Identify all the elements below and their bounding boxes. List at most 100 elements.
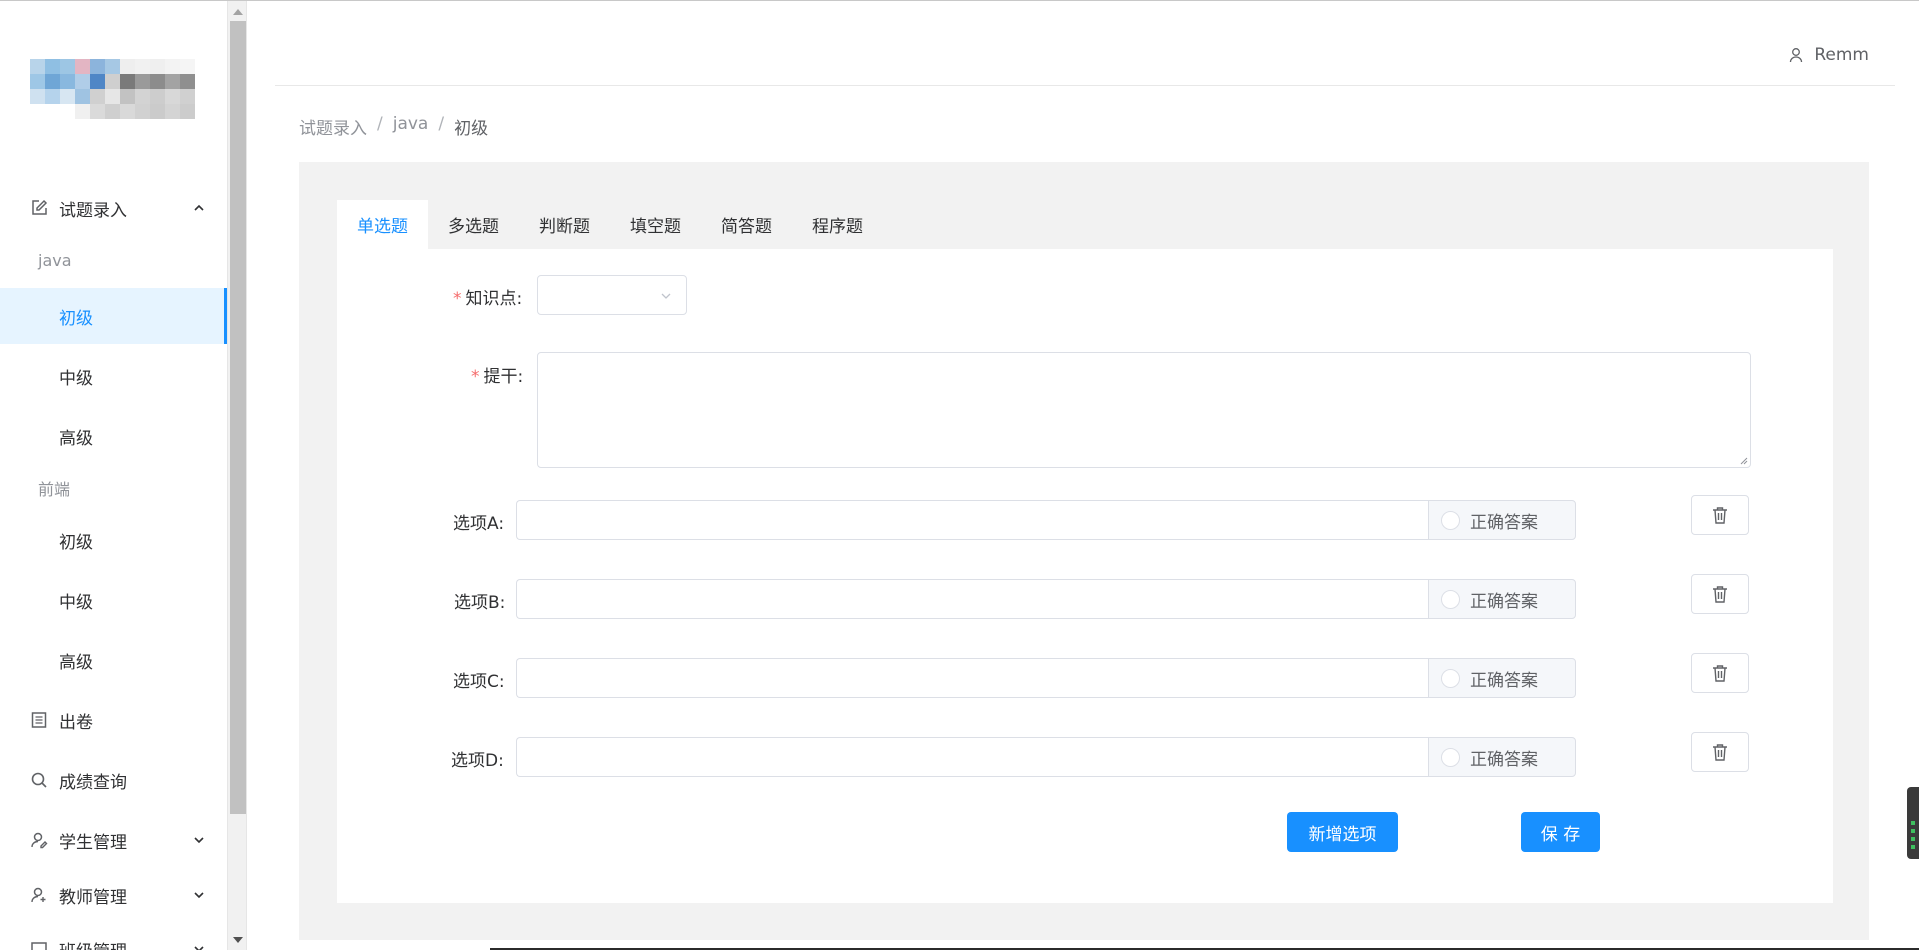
tab-fill-blank[interactable]: 填空题 bbox=[610, 200, 701, 249]
option-a-correct[interactable]: 正确答案 bbox=[1428, 500, 1576, 540]
trash-icon bbox=[1713, 665, 1727, 682]
menu-classes-label: 班级管理 bbox=[59, 937, 127, 950]
option-d-label: 选项D: bbox=[451, 751, 504, 771]
option-c-input[interactable] bbox=[516, 658, 1429, 698]
app-root: 试题录入 java 初级 中级 高级 前端 初级 中级 高级 出卷 成绩查询 学… bbox=[0, 0, 1919, 950]
option-d-input[interactable] bbox=[516, 737, 1429, 777]
radio-button[interactable] bbox=[1441, 668, 1460, 688]
sidebar-item-frontend-senior[interactable]: 高级 bbox=[0, 632, 227, 688]
correct-answer-label: 正确答案 bbox=[1470, 670, 1538, 691]
sidebar-item-java-middle[interactable]: 中级 bbox=[0, 348, 227, 404]
group-title-frontend: 前端 bbox=[38, 480, 71, 499]
radio-button[interactable] bbox=[1441, 747, 1460, 767]
floating-widget[interactable] bbox=[1907, 787, 1919, 859]
chevron-up-icon bbox=[194, 204, 204, 211]
option-b-input[interactable] bbox=[516, 579, 1429, 619]
option-a-input[interactable] bbox=[516, 500, 1429, 540]
tab-true-false[interactable]: 判断题 bbox=[519, 200, 610, 249]
stem-textarea[interactable] bbox=[537, 352, 1751, 468]
required-mark: * bbox=[453, 289, 462, 309]
scrollbar-thumb[interactable] bbox=[230, 21, 246, 814]
scroll-up-arrow-icon[interactable] bbox=[233, 9, 243, 15]
trash-icon bbox=[1713, 586, 1727, 603]
knowledge-label-text: 知识点: bbox=[465, 289, 523, 309]
sidebar-item-label: 高级 bbox=[59, 428, 93, 449]
option-c-label: 选项C: bbox=[453, 672, 505, 692]
sidebar-item-java-senior[interactable]: 高级 bbox=[0, 408, 227, 464]
user-menu[interactable]: Remm bbox=[1788, 45, 1869, 65]
sidebar-item-java-junior[interactable]: 初级 bbox=[0, 288, 227, 344]
menu-teachers-label: 教师管理 bbox=[59, 887, 127, 908]
sidebar: 试题录入 java 初级 中级 高级 前端 初级 中级 高级 出卷 成绩查询 学… bbox=[0, 1, 227, 950]
correct-answer-label: 正确答案 bbox=[1470, 591, 1538, 612]
question-type-tabs: 单选题 多选题 判断题 填空题 简答题 程序题 bbox=[337, 200, 883, 249]
breadcrumb: 试题录入 / java / 初级 bbox=[299, 114, 488, 139]
user-name: Remm bbox=[1814, 45, 1869, 65]
stem-label-text: 提干: bbox=[483, 367, 524, 387]
sidebar-item-frontend-junior[interactable]: 初级 bbox=[0, 512, 227, 568]
class-icon bbox=[29, 939, 49, 950]
tab-short-answer[interactable]: 简答题 bbox=[701, 200, 792, 249]
add-option-button[interactable]: 新增选项 bbox=[1287, 812, 1398, 852]
chevron-down-icon bbox=[194, 837, 204, 844]
correct-answer-label: 正确答案 bbox=[1470, 512, 1538, 533]
required-mark: * bbox=[471, 367, 480, 387]
group-title-java: java bbox=[38, 251, 72, 270]
main-panel: 单选题 多选题 判断题 填空题 简答题 程序题 * 知识点: * 提干: 选项A: … bbox=[299, 162, 1869, 940]
menu-students[interactable]: 学生管理 bbox=[0, 812, 227, 868]
logo bbox=[30, 59, 195, 121]
breadcrumb-item-entry[interactable]: 试题录入 bbox=[299, 114, 367, 139]
sidebar-item-label: 初级 bbox=[59, 308, 93, 329]
chevron-down-icon bbox=[661, 293, 671, 299]
knowledge-select[interactable] bbox=[537, 275, 687, 315]
chevron-down-icon bbox=[194, 946, 204, 950]
sidebar-scrollbar[interactable] bbox=[227, 1, 247, 950]
option-d-delete-button[interactable] bbox=[1691, 732, 1749, 772]
breadcrumb-item-java[interactable]: java bbox=[393, 114, 429, 139]
option-a-delete-button[interactable] bbox=[1691, 495, 1749, 535]
sidebar-item-label: 高级 bbox=[59, 652, 93, 673]
menu-scores-label: 成绩查询 bbox=[59, 772, 127, 793]
option-c-correct[interactable]: 正确答案 bbox=[1428, 658, 1576, 698]
chevron-down-icon bbox=[194, 892, 204, 899]
option-c-delete-button[interactable] bbox=[1691, 653, 1749, 693]
menu-classes[interactable]: 班级管理 bbox=[0, 921, 227, 950]
option-d-correct[interactable]: 正确答案 bbox=[1428, 737, 1576, 777]
menu-students-label: 学生管理 bbox=[59, 832, 127, 853]
tab-multiple-choice[interactable]: 多选题 bbox=[428, 200, 519, 249]
edit-icon bbox=[29, 198, 49, 218]
menu-paper[interactable]: 出卷 bbox=[0, 692, 227, 748]
trash-icon bbox=[1713, 507, 1727, 524]
knowledge-label: * 知识点: bbox=[453, 284, 522, 309]
sidebar-item-frontend-middle[interactable]: 中级 bbox=[0, 572, 227, 628]
user-icon bbox=[1790, 48, 1803, 63]
breadcrumb-item-current: 初级 bbox=[454, 119, 489, 139]
breadcrumb-separator: / bbox=[377, 114, 383, 134]
save-button[interactable]: 保 存 bbox=[1521, 812, 1600, 852]
search-icon bbox=[29, 770, 49, 790]
document-icon bbox=[29, 710, 49, 730]
radio-button[interactable] bbox=[1441, 589, 1460, 609]
menu-scores[interactable]: 成绩查询 bbox=[0, 752, 227, 808]
option-b-delete-button[interactable] bbox=[1691, 574, 1749, 614]
sidebar-item-label: 中级 bbox=[59, 592, 93, 613]
sidebar-item-label: 初级 bbox=[59, 532, 93, 553]
user-edit-icon bbox=[29, 830, 49, 850]
tab-programming[interactable]: 程序题 bbox=[792, 200, 883, 249]
resize-grip-icon[interactable] bbox=[1738, 455, 1748, 465]
scroll-down-arrow-icon[interactable] bbox=[233, 937, 243, 943]
user-add-icon bbox=[29, 885, 49, 905]
option-b-correct[interactable]: 正确答案 bbox=[1428, 579, 1576, 619]
option-a-label: 选项A: bbox=[453, 514, 505, 534]
tab-single-choice[interactable]: 单选题 bbox=[337, 200, 428, 249]
sidebar-item-label: 中级 bbox=[59, 368, 93, 389]
radio-button[interactable] bbox=[1441, 510, 1460, 530]
question-form: * 知识点: * 提干: 选项A: 正确答案 选项B: 正确答案 选项C: 正确答案… bbox=[337, 249, 1833, 903]
option-b-label: 选项B: bbox=[454, 593, 506, 613]
breadcrumb-separator: / bbox=[438, 114, 445, 134]
menu-question-entry[interactable]: 试题录入 bbox=[0, 180, 227, 236]
menu-question-entry-label: 试题录入 bbox=[59, 200, 127, 221]
menu-teachers[interactable]: 教师管理 bbox=[0, 867, 227, 923]
trash-icon bbox=[1713, 744, 1727, 761]
correct-answer-label: 正确答案 bbox=[1470, 749, 1538, 770]
